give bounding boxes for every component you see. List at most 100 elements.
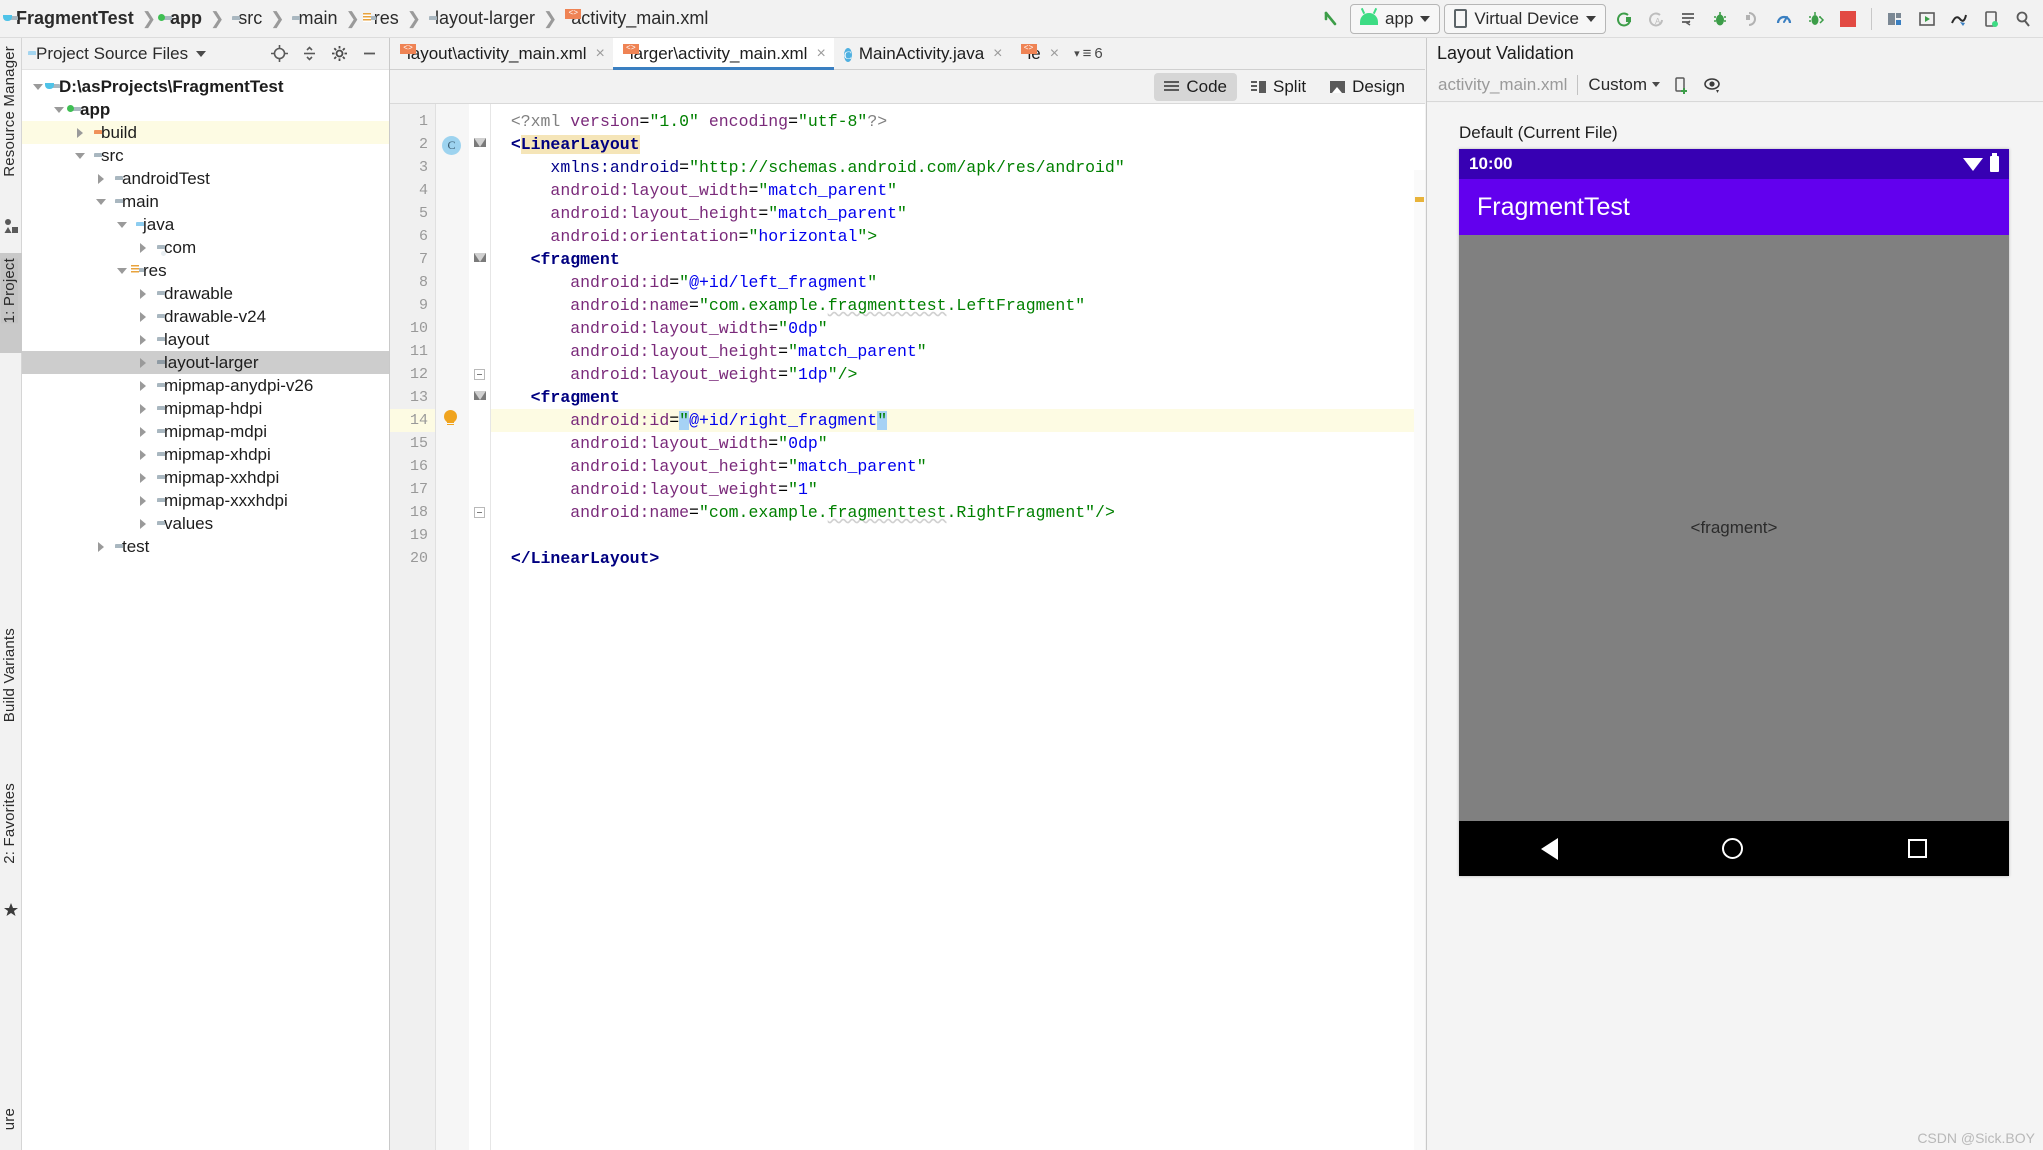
device-manager-icon[interactable] [1977, 5, 2005, 33]
code-line[interactable] [491, 524, 1425, 547]
device-preview[interactable]: 10:00 FragmentTest <fragment> [1459, 149, 2009, 876]
code-line[interactable]: android:layout_height="match_parent" [491, 202, 1425, 225]
breadcrumb-item-fragmenttest[interactable]: FragmentTest [3, 8, 136, 29]
collapse-arrow-icon[interactable] [116, 218, 129, 231]
code-line[interactable]: </LinearLayout> [491, 547, 1425, 570]
collapse-arrow-icon[interactable] [32, 80, 45, 93]
code-text[interactable]: <?xml version="1.0" encoding="utf-8"?> <… [491, 104, 1425, 1150]
tree-node-com[interactable]: com [22, 236, 389, 259]
run-configuration-selector[interactable]: app [1350, 3, 1441, 34]
collapse-arrow-icon[interactable] [116, 264, 129, 277]
expand-arrow-icon[interactable] [137, 448, 150, 461]
tool-tab-build-variants[interactable]: Build Variants [1, 628, 18, 722]
code-line[interactable]: android:id="@+id/left_fragment" [491, 271, 1425, 294]
attach-debugger-button[interactable] [1738, 5, 1766, 33]
add-device-icon[interactable] [1670, 74, 1692, 96]
code-line[interactable]: android:orientation="horizontal"> [491, 225, 1425, 248]
expand-arrow-icon[interactable] [137, 333, 150, 346]
expand-arrow-icon[interactable] [137, 356, 150, 369]
back-button-icon[interactable] [1541, 837, 1559, 860]
tool-tab-resource-manager[interactable]: Resource Manager [1, 46, 18, 177]
build-hammer-icon[interactable] [1318, 5, 1346, 33]
breadcrumb-item-main[interactable]: main [290, 8, 339, 29]
code-line[interactable]: android:layout_height="match_parent" [491, 340, 1425, 363]
breadcrumb-item-layout-larger[interactable]: layout-larger [427, 8, 537, 29]
close-icon[interactable]: × [594, 45, 605, 63]
fold-marker-line18[interactable] [474, 507, 485, 518]
expand-arrow-icon[interactable] [137, 494, 150, 507]
collapse-all-icon[interactable] [299, 44, 319, 64]
tree-node-java[interactable]: java [22, 213, 389, 236]
breadcrumb-item-activity-main-xml[interactable]: activity_main.xml [563, 8, 710, 29]
intention-bulb-icon[interactable] [443, 410, 459, 426]
visibility-icon[interactable] [1702, 74, 1724, 96]
code-line[interactable]: <?xml version="1.0" encoding="utf-8"?> [491, 110, 1425, 133]
tree-node-mipmap-xxxhdpi[interactable]: mipmap-xxxhdpi [22, 489, 389, 512]
fold-marker-line12[interactable] [474, 369, 485, 380]
close-icon[interactable]: × [991, 45, 1002, 63]
breadcrumb-item-src[interactable]: src [230, 8, 264, 29]
tree-node-mipmap-xhdpi[interactable]: mipmap-xhdpi [22, 443, 389, 466]
sdk-manager-icon[interactable] [1881, 5, 1909, 33]
code-line[interactable]: <fragment [491, 248, 1425, 271]
layout-inspector-icon[interactable] [1945, 5, 1973, 33]
expand-arrow-icon[interactable] [137, 287, 150, 300]
code-line[interactable]: android:id="@+id/right_fragment" [491, 409, 1425, 432]
settings-gear-icon[interactable] [329, 44, 349, 64]
tree-node-drawable-v24[interactable]: drawable-v24 [22, 305, 389, 328]
stop-button[interactable] [1834, 5, 1862, 33]
fold-marker-line7[interactable] [474, 253, 486, 264]
chevron-down-icon[interactable] [196, 50, 207, 57]
device-selector[interactable]: Virtual Device [1444, 3, 1606, 34]
close-icon[interactable]: × [814, 45, 825, 63]
code-line[interactable]: android:name="com.example.fragmenttest.R… [491, 501, 1425, 524]
tree-node-mipmap-mdpi[interactable]: mipmap-mdpi [22, 420, 389, 443]
code-line[interactable]: android:layout_weight="1" [491, 478, 1425, 501]
search-everywhere-icon[interactable] [2009, 5, 2037, 33]
avd-manager-icon[interactable] [1913, 5, 1941, 33]
expand-arrow-icon[interactable] [137, 425, 150, 438]
tab-design[interactable]: Design [1320, 73, 1415, 101]
tree-node-src[interactable]: src [22, 144, 389, 167]
close-icon[interactable]: × [1048, 45, 1059, 63]
code-folding-gutter[interactable] [469, 104, 491, 1150]
code-line[interactable]: android:layout_width="0dp" [491, 317, 1425, 340]
tree-node-mipmap-hdpi[interactable]: mipmap-hdpi [22, 397, 389, 420]
tree-node-mipmap-xxhdpi[interactable]: mipmap-xxhdpi [22, 466, 389, 489]
code-line[interactable]: <fragment [491, 386, 1425, 409]
configuration-selector[interactable]: Custom [1588, 75, 1660, 95]
tool-tab-favorites[interactable]: 2: Favorites [1, 783, 18, 864]
tab-code[interactable]: Code [1154, 72, 1237, 101]
code-line[interactable]: <LinearLayout [491, 133, 1425, 156]
breadcrumb-item-app[interactable]: app [157, 8, 204, 29]
expand-arrow-icon[interactable] [95, 172, 108, 185]
apply-changes-button[interactable] [1674, 5, 1702, 33]
editor-tab-layout-activity-main-xml[interactable]: layout\activity_main.xml × [390, 38, 613, 69]
editor-tab-mainactivity-java[interactable]: C MainActivity.java × [833, 38, 1011, 69]
class-marker-icon[interactable]: C [442, 136, 461, 155]
tree-node-androidtest[interactable]: androidTest [22, 167, 389, 190]
editor-tab-overflow[interactable]: ▾ ≡ 6 [1067, 38, 1110, 69]
run-button[interactable] [1610, 5, 1638, 33]
code-line[interactable]: android:layout_width="0dp" [491, 432, 1425, 455]
error-stripe[interactable] [1414, 170, 1425, 1150]
debug-button[interactable] [1706, 5, 1734, 33]
expand-arrow-icon[interactable] [137, 402, 150, 415]
tree-node-build[interactable]: build [22, 121, 389, 144]
expand-arrow-icon[interactable] [95, 540, 108, 553]
rerun-button[interactable]: A [1642, 5, 1670, 33]
step-debug-button[interactable] [1802, 5, 1830, 33]
expand-arrow-icon[interactable] [74, 126, 87, 139]
project-view-selector[interactable]: Project Source Files [36, 44, 188, 64]
tree-node-res[interactable]: res [22, 259, 389, 282]
code-line[interactable]: android:layout_width="match_parent" [491, 179, 1425, 202]
locate-icon[interactable] [269, 44, 289, 64]
warning-stripe-marker[interactable] [1415, 197, 1424, 202]
collapse-arrow-icon[interactable] [95, 195, 108, 208]
tree-node-layout-larger[interactable]: layout-larger [22, 351, 389, 374]
code-line[interactable]: android:name="com.example.fragmenttest.L… [491, 294, 1425, 317]
code-line[interactable]: android:layout_height="match_parent" [491, 455, 1425, 478]
tool-tab-structure[interactable]: ure [1, 1108, 18, 1130]
marker-gutter[interactable]: C [436, 104, 469, 1150]
expand-arrow-icon[interactable] [137, 241, 150, 254]
